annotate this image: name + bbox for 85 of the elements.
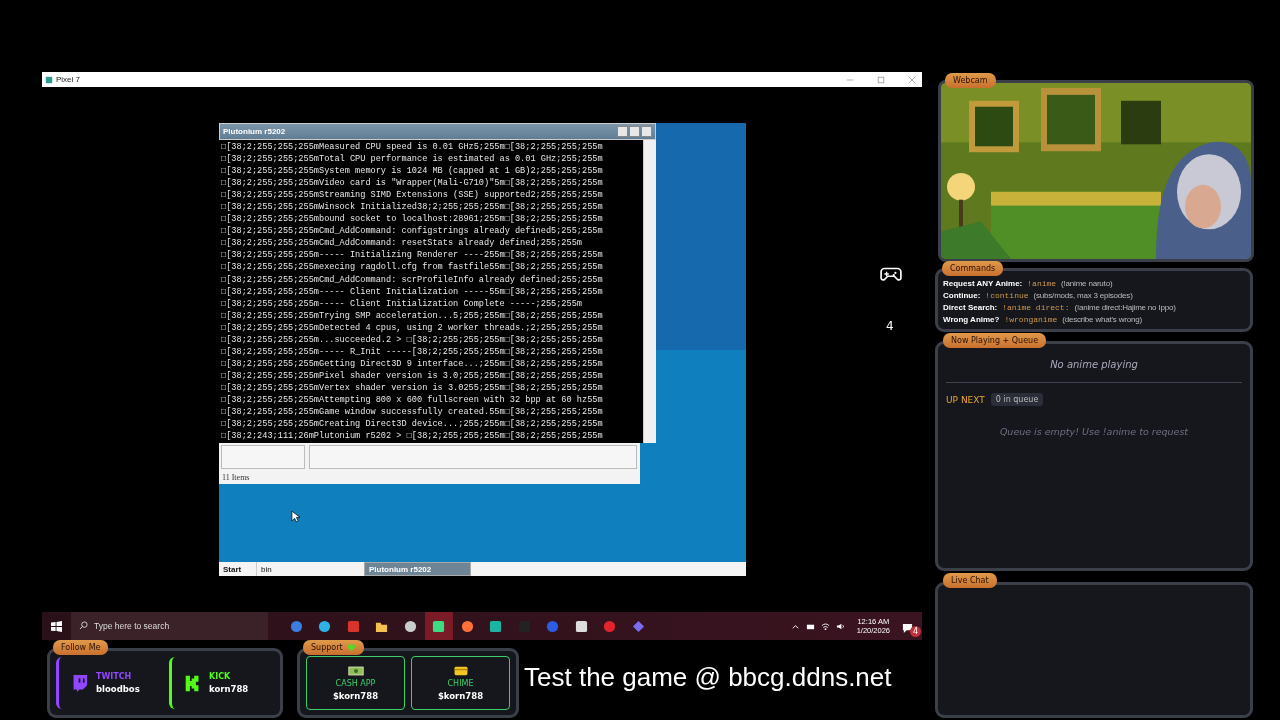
console-line: □[38;2;255;255;255mVideo card is "Wrapper(Mali-G710)"5m□[38;2;255;255;255m xyxy=(221,177,604,190)
command-text: !continue xyxy=(985,290,1029,302)
command-label: Continue: xyxy=(943,290,981,302)
panel-label: Follow Me xyxy=(53,640,109,655)
scrollbar[interactable] xyxy=(643,140,656,443)
gamepad-icon xyxy=(880,265,902,283)
wifi-icon[interactable] xyxy=(820,621,830,631)
search-field[interactable]: Type here to search xyxy=(71,612,268,640)
command-example: (!anime direct:Hajime no Ippo) xyxy=(1074,302,1176,314)
console-line: □[38;2;255;255;255mbound socket to localhost:28961;255m□[38;2;255;255;255m xyxy=(221,213,604,226)
chat-bubble-icon xyxy=(71,673,88,693)
status-text: No anime playing xyxy=(1050,359,1138,370)
console-line: □[38;2;255;255;255mTotal CPU performance is estimated as 0.01 GHz;255;255m xyxy=(221,153,604,166)
taskbar-app-button[interactable] xyxy=(424,612,453,640)
console-line: □[38;2;255;255;255mTrying SMP acceleration...5;255;255m□[38;2;255;255;255m xyxy=(221,309,604,322)
mouse-cursor-icon xyxy=(291,510,300,523)
command-label: Direct Search: xyxy=(943,302,998,314)
console-line: □[38;2;255;255;255m----- R_Init -----[38;2;255;255;255m□[38;2;255;255;255m xyxy=(221,345,604,358)
credit-card-icon xyxy=(452,665,469,676)
console-line: □[38;2;255;255;255mMeasured CPU speed is 0.01 GHz5;255m□[38;2;255;255;255m xyxy=(221,141,604,154)
console-line: □[38;2;255;255;255m----- Initializing Renderer ----255m□[38;2;255;255;255m xyxy=(221,249,604,262)
window-title: Plutonium r5202 xyxy=(223,127,286,136)
command-example: (!anime naruto) xyxy=(1061,278,1113,290)
banner-text: Test the game @ bbcg.ddns.net xyxy=(524,662,892,693)
console-line: □[38;2;255;255;255mGetting Direct3D 9 interface...;255m□[38;2;255;255;255m xyxy=(221,357,604,370)
k-letter-icon xyxy=(184,673,201,693)
windows-start-icon[interactable] xyxy=(51,620,62,632)
console-line: □[38;2;255;255;255mCmd_AddCommand: resetStats already defined;255;255m xyxy=(221,237,583,250)
notification-icon[interactable] xyxy=(902,623,913,634)
money-bill-icon xyxy=(347,665,364,676)
payment-card[interactable]: CASH APP $korn788 xyxy=(306,656,405,710)
command-text: !anime direct: xyxy=(1002,302,1070,314)
console-line: □[38;2;255;255;255mStreaming SIMD Extensions (SSE) supported2;255;255;255m xyxy=(221,189,604,202)
status-text: 11 Items xyxy=(222,473,250,482)
console-line: □[38;2;255;255;255mDetected 4 cpus, using 2 worker threads.;2;255;255;255m xyxy=(221,321,604,334)
platform-label: CASH APP xyxy=(335,678,376,688)
handle-text: bloodbos xyxy=(96,684,140,694)
empty-message: Queue is empty! Use !anime to request xyxy=(999,426,1189,437)
handle-text: $korn788 xyxy=(332,690,379,701)
platform-label: TWITCH xyxy=(96,672,133,681)
panel-label: Now Playing + Queue xyxy=(943,333,1047,348)
console-line: □[38;2;255;255;255mCmd_AddCommand: scrProfileInfo already defined;255;255m xyxy=(221,273,604,286)
taskbar-button[interactable]: Plutonium r5202 xyxy=(364,562,471,576)
platform-label: KICK xyxy=(209,672,232,681)
payment-card[interactable]: CHIME $korn788 xyxy=(411,656,510,710)
social-card[interactable]: KICK korn788 xyxy=(169,657,264,709)
command-label: Wrong Anime? xyxy=(943,314,1000,326)
command-example: (subs/mods, max 3 episodes) xyxy=(1033,290,1133,302)
command-label: Request ANY Anime: xyxy=(943,278,1023,290)
console-line: □[38;2;255;255;255m...succeeded.2 > □[38;2;255;255;255m□[38;2;255;255;255m xyxy=(221,333,604,346)
console-line: □[38;2;255;255;255mCreating Direct3D device...;255;255m□[38;2;255;255;255m xyxy=(221,418,604,431)
panel-label: Support xyxy=(303,640,364,655)
console-line: □[38;2;255;255;255mVertex shader version is 3.0255;255m□[38;2;255;255;255m xyxy=(221,381,604,394)
window-title: Pixel 7 xyxy=(56,75,80,84)
minimize-button[interactable] xyxy=(617,126,628,137)
console-line: □[38;2;255;255;255m----- Client Initialization Complete -----;255;255m xyxy=(221,297,583,310)
notification-badge: 4 xyxy=(910,626,921,637)
app-icon xyxy=(45,75,53,84)
console-line: □[38;2;255;255;255mCmd_AddCommand: configstrings already defined5;255;255m xyxy=(221,225,604,238)
command-example: (describe what's wrong) xyxy=(1062,314,1142,326)
console-line: □[38;2;255;255;255mGame window successfully created.55m□[38;2;255;255;255m xyxy=(221,406,604,419)
queue-count-badge: 0 in queue xyxy=(990,393,1044,406)
command-text: !anime xyxy=(1027,278,1057,290)
console-line: □[38;2;255;255;255mPixel shader version is 3.0;255;255m□[38;2;255;255;255m xyxy=(221,369,604,382)
search-icon xyxy=(79,621,88,630)
maximize-button[interactable] xyxy=(629,126,640,137)
console-line: □[38;2;255;255;255mWinsock Initialized38;2;255;255;255m□[38;2;255;255;255m xyxy=(221,201,604,214)
panel-label: Commands xyxy=(942,261,1004,276)
close-button[interactable] xyxy=(641,126,652,137)
section-heading: UP NEXT xyxy=(946,394,985,405)
panel-label: Live Chat xyxy=(943,573,997,588)
counter-text: 4 xyxy=(886,319,894,333)
handle-text: korn788 xyxy=(209,684,249,694)
volume-icon[interactable] xyxy=(835,621,845,631)
command-text: !wronganime xyxy=(1004,314,1058,326)
diamond-icon xyxy=(631,619,645,633)
console-line: □[38;2;255;255;255mSystem memory is 1024 MB (capped at 1 GB)2;255;255;255m xyxy=(221,165,604,178)
console-line: □[38;2;243;111;26mPlutonium r5202 > □[38;2;255;255;255m□[38;2;255;255;255m xyxy=(221,430,604,443)
platform-label: CHIME xyxy=(447,678,474,688)
panel-label: Webcam xyxy=(945,73,996,88)
console-line: □[38;2;255;255;255mAttempting 800 x 600 fullscreen with 32 bpp at 60 hz55m xyxy=(221,394,604,407)
console-line: □[38;2;255;255;255mexecing ragdoll.cfg from fastfile55m□[38;2;255;255;255m xyxy=(221,261,604,274)
console-line: □[38;2;255;255;255m----- Client Initialization -----55m□[38;2;255;255;255m xyxy=(221,285,604,298)
handle-text: $korn788 xyxy=(437,690,484,701)
heart-icon xyxy=(346,643,356,652)
